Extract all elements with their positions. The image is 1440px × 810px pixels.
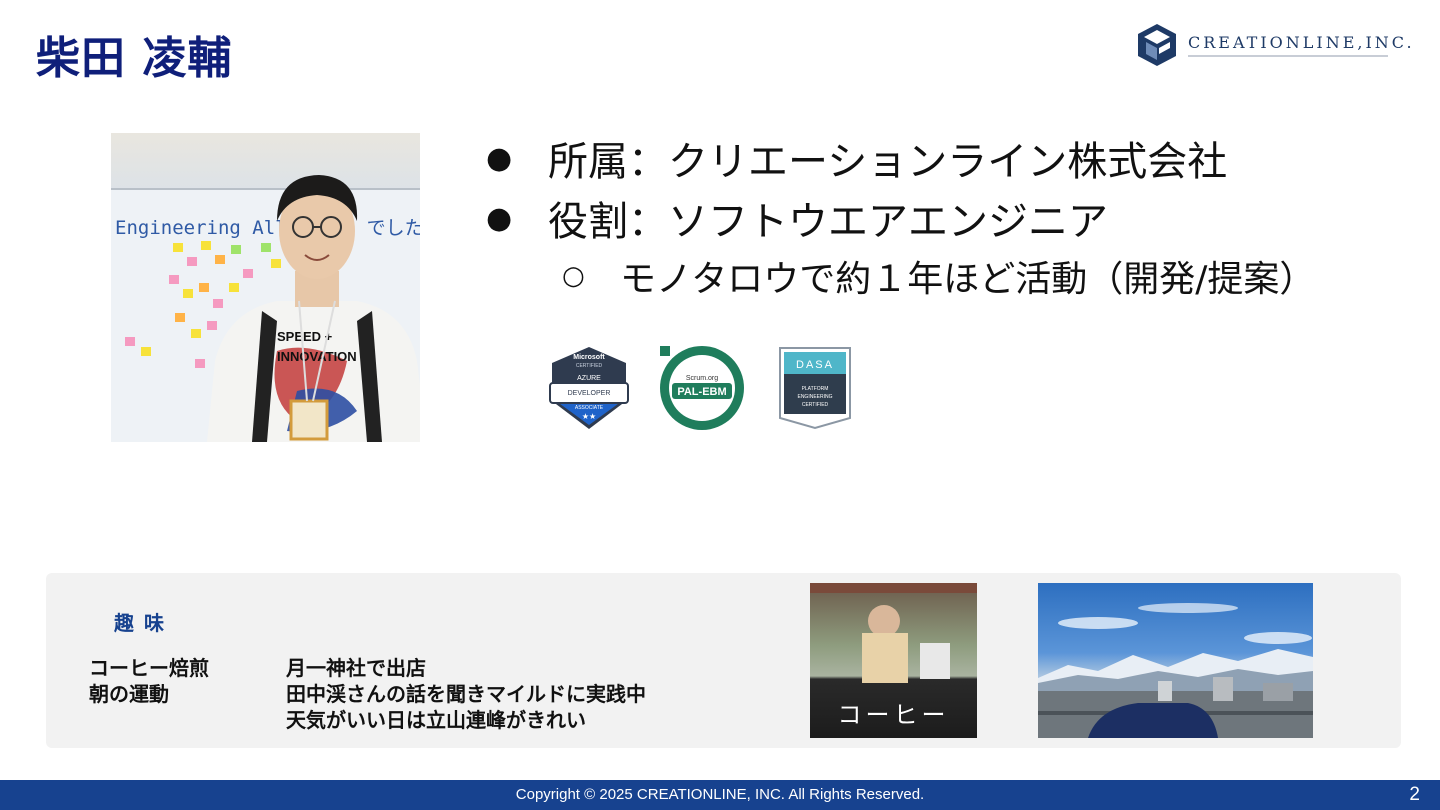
creationline-logo-icon: [1138, 24, 1176, 66]
bullet-dot-icon: ●: [486, 200, 513, 236]
person-figure: SPEED + INNOVATION: [207, 175, 420, 442]
badge-scrum-name: PAL-EBM: [677, 386, 726, 398]
badge-dasa-line3: CERTIFIED: [802, 402, 829, 408]
scrum-pal-ebm-badge-icon: Scrum.org PAL-EBM: [660, 346, 744, 430]
hobby-value: 田中渓さんの話を聞きマイルドに実践中: [286, 682, 646, 706]
copyright-text: Copyright © 2025 CREATIONLINE, INC. All …: [515, 786, 925, 803]
bullet-text: 所属：クリエーションライン株式会社: [548, 139, 1228, 185]
hobby-value: 月一神社で出店: [286, 656, 426, 680]
company-logo: CREATIONLINE,INC.: [1136, 22, 1415, 68]
sub-bullet-text: モノタロウで約１年ほど活動（開発/提案）: [620, 259, 1316, 300]
hobby-panel: 趣味 コーヒー焙煎 月一神社で出店 朝の運動 田中渓さんの話を聞きマイルドに実践…: [46, 573, 1401, 748]
azure-developer-badge-icon: Microsoft CERTIFIED AZURE DEVELOPER ASSO…: [549, 347, 629, 429]
certification-badges: Microsoft CERTIFIED AZURE DEVELOPER ASSO…: [548, 344, 852, 432]
tshirt-text-2: INNOVATION: [277, 349, 357, 364]
profile-bullets: ● 所属：クリエーションライン株式会社 ● 役割：ソフトウエアエンジニア ○ モ…: [486, 128, 1315, 304]
badge-ms-sub: CERTIFIED: [576, 363, 603, 369]
hobby-label: コーヒー焙煎: [89, 656, 209, 680]
slide-footer: Copyright © 2025 CREATIONLINE, INC. All …: [0, 780, 1440, 810]
badge-dasa-brand: DASA: [796, 359, 834, 371]
mountain-scene-icon: [1038, 603, 1313, 738]
profile-photo: Engineering All Hands でした？ SPEED + INNOV…: [111, 133, 420, 442]
hobby-value: 天気がいい日は立山連峰がきれい: [286, 708, 586, 732]
tshirt-text-1: SPEED +: [277, 329, 333, 344]
page-number: 2: [1409, 784, 1420, 805]
badge-ms-brand: Microsoft: [573, 354, 605, 361]
slide-title: 柴田 凌輔: [36, 33, 233, 84]
sub-bullet-circle-icon: ○: [562, 261, 585, 291]
bullet-role: ● 役割：ソフトウエアエンジニア: [486, 188, 1315, 248]
logo-name: CREATIONLINE,INC.: [1188, 33, 1415, 52]
bullet-text: 役割：ソフトウエアエンジニア: [548, 199, 1108, 245]
badge-ms-level: ASSOCIATE: [575, 405, 604, 411]
badge-ms-stars: ★★: [582, 412, 596, 421]
badge-ms-line2: DEVELOPER: [568, 390, 611, 397]
bullet-dot-icon: ●: [486, 140, 513, 176]
hobby-row-exercise: 朝の運動 田中渓さんの話を聞きマイルドに実践中: [89, 678, 646, 707]
hobby-label: 朝の運動: [89, 682, 169, 706]
badge-scrum-site: Scrum.org: [686, 375, 718, 382]
hobby-row-coffee: コーヒー焙煎 月一神社で出店: [89, 652, 426, 681]
sub-bullet-activity: ○ モノタロウで約１年ほど活動（開発/提案）: [562, 248, 1315, 304]
dasa-platform-badge-icon: DASA PLATFORM ENGINEERING CERTIFIED: [779, 347, 851, 430]
coffee-stall-photo: コーヒー: [810, 583, 977, 738]
hobby-title: 趣味: [114, 611, 174, 635]
tateyama-mountains-photo: [1038, 583, 1313, 738]
bullet-affiliation: ● 所属：クリエーションライン株式会社: [486, 128, 1315, 188]
logo-tagline-line: [1188, 55, 1388, 57]
coffee-sign-text: コーヒー: [837, 701, 950, 729]
badge-dasa-line1: PLATFORM: [802, 386, 829, 392]
badge-dasa-line2: ENGINEERING: [797, 394, 832, 400]
badge-ms-line1: AZURE: [577, 375, 601, 382]
